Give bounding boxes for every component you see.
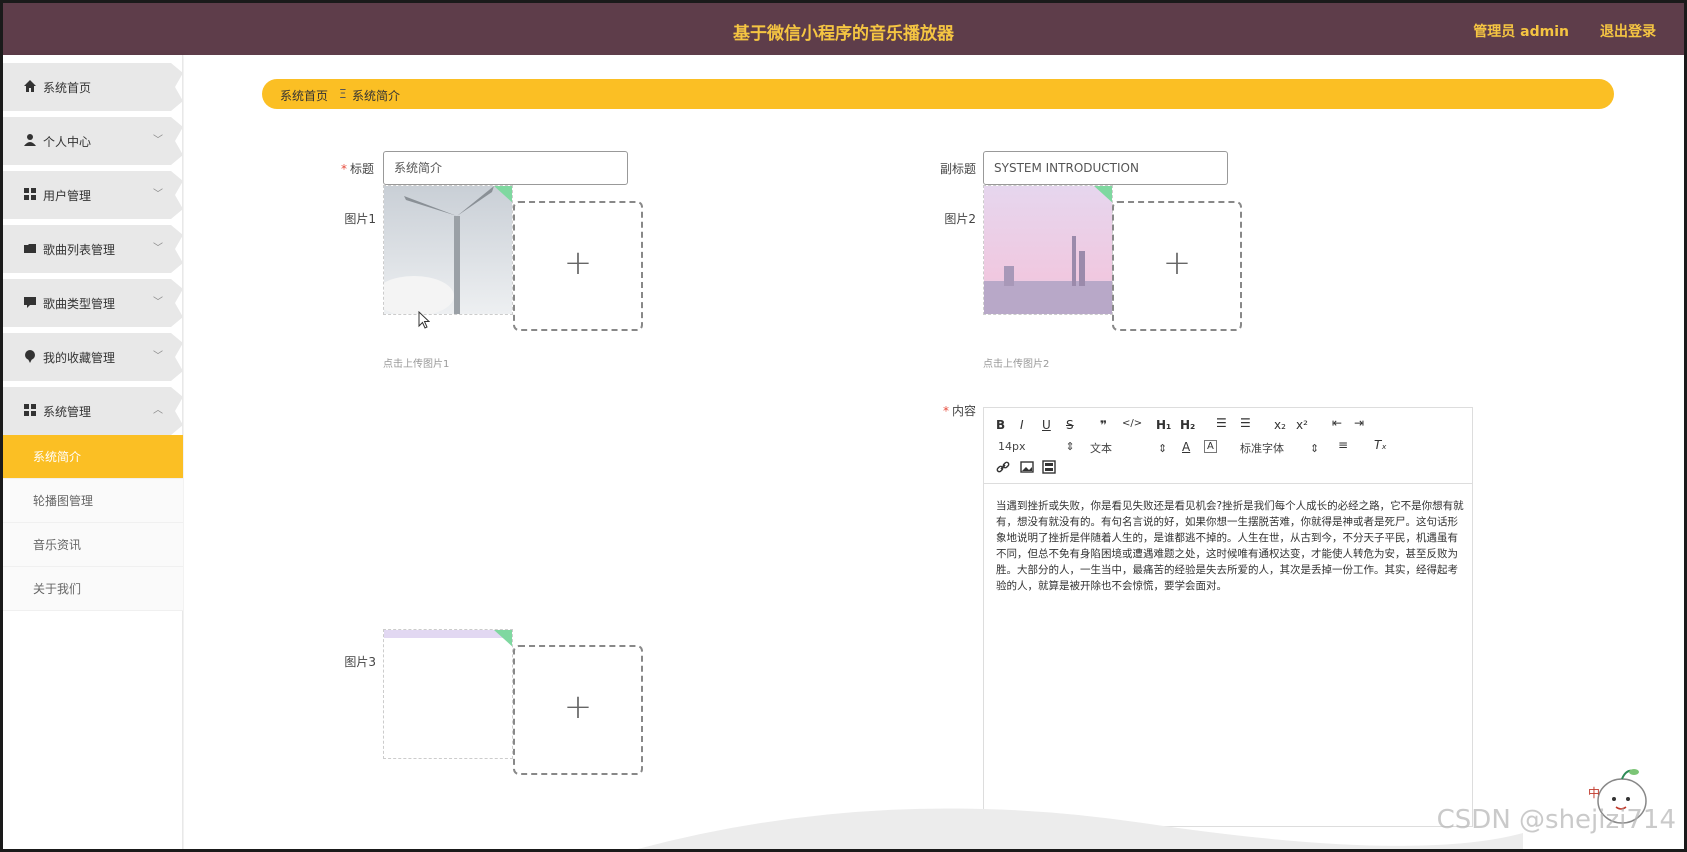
chevron-up-icon: ︿: [153, 405, 163, 416]
font-color-icon[interactable]: A: [1182, 440, 1190, 454]
outdent-icon[interactable]: ⇤: [1332, 416, 1342, 430]
font-size-select[interactable]: 14px ⇕: [998, 440, 1075, 453]
admin-user-label: 管理员 admin: [1473, 24, 1569, 40]
bullet-list-icon[interactable]: ☰: [1240, 416, 1251, 430]
breadcrumb-separator: Ξ: [339, 87, 347, 101]
bold-icon[interactable]: B: [996, 418, 1005, 432]
sidebar-subitem-music-news[interactable]: 音乐资讯: [3, 523, 183, 567]
sidebar-item-home[interactable]: 系统首页: [3, 63, 183, 111]
image1-label: 图片1: [344, 212, 376, 226]
editor-content[interactable]: 当遇到挫折或失败，你是看见失败还是看见机会?挫折是我们每个人成长的必经之路，它不…: [996, 498, 1466, 594]
required-mark: *: [340, 162, 347, 176]
heading1-icon[interactable]: H₁: [1156, 418, 1171, 432]
select-arrow-icon: ⇕: [1310, 442, 1320, 455]
sidebar: 系统首页 个人中心 ﹀ 用户管理 ﹀ 歌曲列表管理 ﹀ 歌曲类型管理 ﹀ 我的收…: [3, 55, 183, 849]
clear-format-icon[interactable]: Tₓ: [1374, 438, 1387, 452]
image3-upload-button[interactable]: +: [513, 645, 643, 775]
chevron-down-icon: ﹀: [153, 135, 163, 146]
editor-toolbar: B I U S ❞ </> H₁ H₂ ☰ ☰ x₂ x² ⇤ ⇥ 14px ⇕ …: [984, 408, 1472, 484]
title-label: * 标题: [340, 162, 374, 176]
indent-icon[interactable]: ⇥: [1354, 416, 1364, 430]
image1-upload-button[interactable]: +: [513, 201, 643, 331]
pin-icon: [23, 349, 37, 363]
app-window: 基于微信小程序的音乐播放器 管理员 admin 退出登录 系统首页 个人中心 ﹀…: [0, 0, 1687, 852]
breadcrumb-home[interactable]: 系统首页: [280, 87, 328, 104]
decorative-wave: [637, 808, 1523, 849]
align-icon[interactable]: ≡: [1338, 438, 1348, 452]
top-header: 基于微信小程序的音乐播放器 管理员 admin 退出登录: [3, 3, 1684, 55]
grid-icon: [23, 187, 37, 201]
sidebar-item-label: 我的收藏管理: [43, 351, 116, 365]
select-arrow-icon: ⇕: [1158, 442, 1168, 455]
sidebar-item-profile[interactable]: 个人中心 ﹀: [3, 117, 183, 165]
chevron-down-icon: ﹀: [153, 243, 163, 254]
required-mark: *: [942, 404, 949, 418]
subtitle-input[interactable]: SYSTEM INTRODUCTION: [983, 151, 1228, 185]
breadcrumb: 系统首页 Ξ 系统简介: [262, 79, 1614, 109]
subtitle-label: 副标题: [939, 162, 976, 176]
sidebar-item-song-type[interactable]: 歌曲类型管理 ﹀: [3, 279, 183, 327]
image2-thumbnail[interactable]: [983, 185, 1113, 315]
image2-hint: 点击上传图片2: [983, 359, 1050, 370]
watermark: CSDN @shejizi714: [1436, 805, 1676, 835]
code-icon[interactable]: </>: [1122, 418, 1142, 429]
plus-icon: +: [563, 243, 593, 283]
rich-text-editor[interactable]: B I U S ❞ </> H₁ H₂ ☰ ☰ x₂ x² ⇤ ⇥ 14px ⇕ …: [983, 407, 1473, 827]
image2-label: 图片2: [944, 212, 976, 226]
sidebar-item-label: 系统首页: [43, 81, 92, 95]
sidebar-item-label: 系统管理: [43, 405, 92, 419]
superscript-icon[interactable]: x²: [1296, 418, 1308, 432]
sidebar-item-system[interactable]: 系统管理 ︿: [3, 387, 183, 435]
sidebar-item-label: 用户管理: [43, 189, 92, 203]
blockquote-icon[interactable]: ❞: [1100, 418, 1107, 432]
sidebar-item-favorites[interactable]: 我的收藏管理 ﹀: [3, 333, 183, 381]
user-icon: [23, 133, 37, 147]
sidebar-item-label: 歌曲类型管理: [43, 297, 116, 311]
home-icon: [23, 79, 37, 93]
text-type-select[interactable]: 文本 ⇕: [1090, 440, 1167, 456]
image1-thumbnail[interactable]: [383, 185, 513, 315]
sidebar-item-song-list[interactable]: 歌曲列表管理 ﹀: [3, 225, 183, 273]
font-family-select[interactable]: 标准字体 ⇕: [1240, 440, 1319, 456]
image3-thumbnail[interactable]: [383, 629, 513, 759]
image1-hint: 点击上传图片1: [383, 359, 450, 370]
mouse-pointer-icon: [418, 311, 430, 329]
image3-label: 图片3: [344, 655, 376, 669]
sidebar-item-users[interactable]: 用户管理 ﹀: [3, 171, 183, 219]
breadcrumb-current: 系统简介: [352, 89, 401, 103]
sidebar-item-label: 个人中心: [43, 135, 92, 149]
comment-icon: [23, 295, 37, 309]
image2-upload-button[interactable]: +: [1112, 201, 1242, 331]
sidebar-item-label: 歌曲列表管理: [43, 243, 116, 257]
ordered-list-icon[interactable]: ☰: [1216, 416, 1227, 430]
sidebar-subitem-system-intro[interactable]: 系统简介: [3, 435, 183, 479]
italic-icon[interactable]: I: [1020, 418, 1024, 432]
main-content: 系统首页 Ξ 系统简介 * 标题 系统简介 副标题 SYSTEM INTRODUC…: [184, 55, 1684, 849]
folder-icon: [23, 241, 37, 255]
select-arrow-icon: ⇕: [1065, 440, 1075, 453]
link-icon[interactable]: [996, 460, 1010, 477]
subscript-icon[interactable]: x₂: [1274, 418, 1286, 432]
title-input[interactable]: 系统简介: [383, 151, 628, 185]
chevron-down-icon: ﹀: [153, 297, 163, 308]
plus-icon: +: [1162, 243, 1192, 283]
chevron-down-icon: ﹀: [153, 189, 163, 200]
background-color-icon[interactable]: A: [1204, 440, 1217, 453]
sidebar-subitem-about-us[interactable]: 关于我们: [3, 567, 183, 611]
underline-icon[interactable]: U: [1042, 418, 1051, 432]
strikethrough-icon[interactable]: S: [1066, 418, 1074, 432]
heading2-icon[interactable]: H₂: [1180, 418, 1195, 432]
image-icon[interactable]: [1020, 460, 1034, 477]
sidebar-subitem-carousel[interactable]: 轮播图管理: [3, 479, 183, 523]
chevron-down-icon: ﹀: [153, 351, 163, 362]
grid-icon: [23, 403, 37, 417]
app-title: 基于微信小程序的音乐播放器: [733, 24, 954, 44]
logout-button[interactable]: 退出登录: [1600, 21, 1656, 41]
content-label: * 内容: [942, 404, 976, 418]
video-icon[interactable]: [1042, 460, 1056, 477]
plus-icon: +: [563, 687, 593, 727]
svg-text:中: 中: [1588, 785, 1600, 800]
